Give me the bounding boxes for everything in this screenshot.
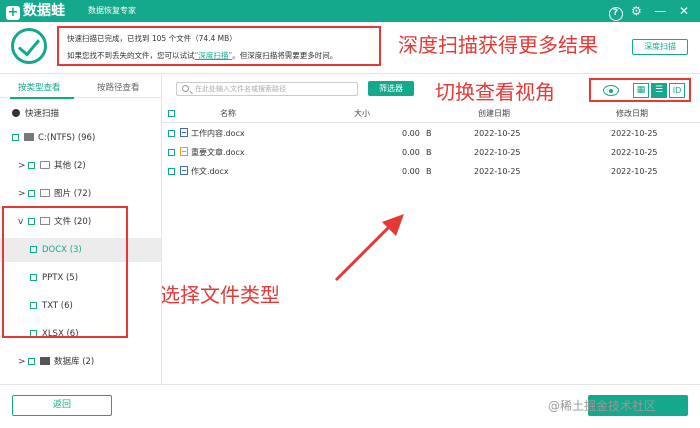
docx-file-icon: [180, 128, 188, 137]
tree-item-images[interactable]: > 图片 (72): [0, 182, 161, 206]
file-size: 0.00: [402, 167, 420, 176]
deep-scan-hint: 如果您找不到丢失的文件，您可以试试“深度扫描”。但深度扫描将需要更多时间。: [67, 50, 337, 61]
checkbox[interactable]: [12, 134, 19, 141]
file-size-unit: B: [426, 129, 432, 138]
checkbox[interactable]: [28, 190, 35, 197]
checkbox[interactable]: [28, 358, 35, 365]
tree-label: 其他 (2): [54, 161, 86, 171]
window-controls: ? ⚙ — ✕: [608, 2, 694, 21]
tree-label: 图片 (72): [54, 189, 92, 199]
modified-date: 2022-10-25: [611, 148, 658, 157]
checkbox[interactable]: [168, 130, 175, 137]
drive-icon: [24, 133, 34, 141]
chevron-right-icon[interactable]: >: [18, 182, 28, 206]
minimize-icon[interactable]: —: [650, 2, 670, 20]
help-icon[interactable]: ?: [608, 7, 623, 21]
tree-label: C:(NTFS) (96): [38, 133, 96, 143]
created-date: 2022-10-25: [474, 167, 521, 176]
close-icon[interactable]: ✕: [674, 2, 694, 20]
title-bar: + 数据蛙 数据恢复专家 ? ⚙ — ✕: [0, 0, 700, 22]
app-logo: + 数据蛙: [6, 2, 65, 20]
folder-icon: [40, 161, 50, 169]
deep-scan-button[interactable]: 深度扫描: [632, 39, 688, 55]
filter-button[interactable]: 筛选器: [368, 81, 414, 96]
table-row[interactable]: 重要文章.docx 0.00 B 2022-10-25 2022-10-25: [162, 143, 700, 162]
header-name[interactable]: 名称: [220, 105, 236, 123]
grid-view-button[interactable]: ▦: [633, 83, 649, 98]
radio-icon: [12, 109, 20, 117]
docx-file-icon: [180, 166, 188, 175]
chevron-right-icon[interactable]: >: [18, 350, 28, 374]
tab-by-path[interactable]: 按路径查看: [97, 81, 140, 93]
deep-scan-link[interactable]: “深度扫描”: [195, 51, 233, 60]
created-date: 2022-10-25: [474, 129, 521, 138]
file-name: 重要文章.docx: [191, 148, 245, 157]
eye-icon[interactable]: [603, 85, 619, 96]
active-tab-underline: [10, 97, 74, 99]
list-view-button[interactable]: ☰: [651, 83, 667, 98]
tree-drive-c[interactable]: C:(NTFS) (96): [0, 126, 161, 150]
header-modified[interactable]: 修改日期: [616, 105, 648, 123]
search-input[interactable]: 在此处输入文件名或搜索路径: [176, 82, 358, 96]
file-name: 作文.docx: [191, 167, 229, 176]
status-highlight-box: 快速扫描已完成，已找到 105 个文件（74.4 MB） 如果您找不到丢失的文件…: [57, 26, 381, 66]
header-size[interactable]: 大小: [354, 105, 370, 123]
scan-result-text: 快速扫描已完成，已找到 105 个文件（74.4 MB）: [67, 34, 237, 43]
app-name: 数据蛙: [23, 3, 65, 19]
settings-icon[interactable]: ⚙: [626, 2, 646, 20]
chevron-right-icon[interactable]: >: [18, 154, 28, 178]
tree-label: 快速扫描: [25, 109, 60, 119]
image-icon: [40, 189, 50, 197]
back-button[interactable]: 返回: [12, 395, 112, 416]
search-icon: [182, 85, 189, 92]
tree-item-other[interactable]: > 其他 (2): [0, 154, 161, 178]
table-row[interactable]: 作文.docx 0.00 B 2022-10-25 2022-10-25: [162, 162, 700, 181]
created-date: 2022-10-25: [474, 148, 521, 157]
table-row[interactable]: 工作内容.docx 0.00 B 2022-10-25 2022-10-25: [162, 124, 700, 143]
file-name: 工作内容.docx: [191, 129, 245, 138]
header-created[interactable]: 创建日期: [478, 105, 510, 123]
file-size-unit: B: [426, 148, 432, 157]
tree-item-database[interactable]: > 数据库 (2): [0, 350, 161, 374]
logo-plus-icon: +: [6, 5, 20, 20]
modified-date: 2022-10-25: [611, 129, 658, 138]
tab-by-type[interactable]: 按类型查看: [18, 81, 61, 93]
detail-view-button[interactable]: ID: [669, 83, 685, 98]
hint-prefix: 如果您找不到丢失的文件，您可以试试: [67, 51, 195, 60]
checkbox[interactable]: [28, 162, 35, 169]
hint-suffix: 。但深度扫描将需要更多时间。: [232, 51, 338, 60]
table-header: 名称 大小 创建日期 修改日期: [162, 105, 700, 123]
file-size: 0.00: [402, 148, 420, 157]
annotation-deep-scan: 深度扫描获得更多结果: [398, 33, 598, 57]
toolbar: 在此处输入文件名或搜索路径 筛选器 ▦ ☰ ID: [162, 74, 700, 102]
file-type-highlight-box: [2, 206, 128, 338]
sidebar-tabs: 按类型查看 按路径查看: [0, 74, 161, 99]
database-icon: [40, 357, 50, 365]
modified-date: 2022-10-25: [611, 167, 658, 176]
search-placeholder: 在此处输入文件名或搜索路径: [195, 85, 286, 93]
view-switch-highlight-box: ▦ ☰ ID: [589, 78, 691, 102]
docx-file-icon: [180, 147, 188, 156]
header-select-all[interactable]: [168, 105, 180, 123]
tree-quick-scan[interactable]: 快速扫描: [0, 102, 161, 126]
checkbox[interactable]: [168, 110, 175, 117]
file-size: 0.00: [402, 129, 420, 138]
annotation-arrow: [334, 214, 404, 282]
file-size-unit: B: [426, 167, 432, 176]
check-circle-icon: [11, 28, 47, 64]
annotation-select-type: 选择文件类型: [160, 283, 280, 307]
checkbox[interactable]: [168, 168, 175, 175]
checkbox[interactable]: [168, 149, 175, 156]
footer: 返回 @稀土掘金技术社区: [0, 384, 700, 428]
watermark: @稀土掘金技术社区: [548, 399, 657, 413]
app-subtitle: 数据恢复专家: [88, 6, 136, 15]
tree-label: 数据库 (2): [54, 357, 95, 367]
